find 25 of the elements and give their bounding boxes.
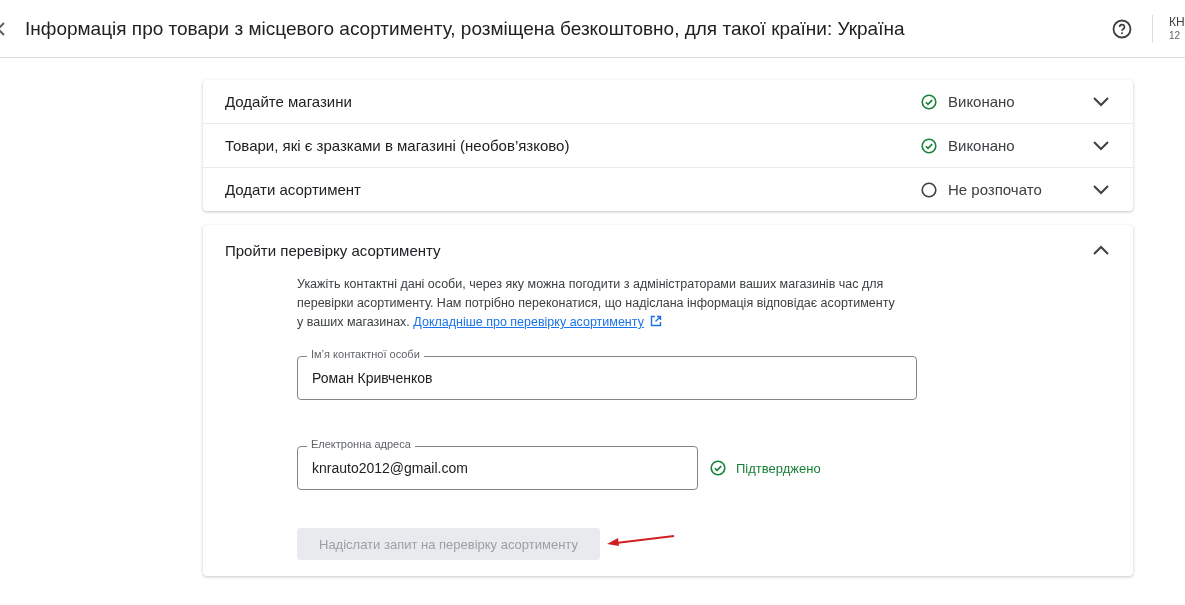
external-link-icon — [649, 315, 662, 327]
verified-status: Підтверджено — [736, 460, 821, 476]
page-title: Інформація про товари з місцевого асортименту, розміщена безкоштовно, для такої країни: Україна — [25, 17, 906, 40]
step-row[interactable]: Товари, які є зразками в магазині (необов’язково) Виконано — [203, 124, 1133, 168]
chevron-down-icon[interactable] — [1093, 96, 1109, 107]
help-icon[interactable] — [1112, 18, 1132, 39]
learn-more-link[interactable]: Докладніше про перевірку асортименту — [413, 315, 662, 329]
chevron-down-icon[interactable] — [1093, 184, 1109, 195]
step-status: Виконано — [948, 137, 1015, 154]
step-row[interactable]: Додайте магазини Виконано — [203, 80, 1133, 124]
account-name[interactable]: КН — [1169, 14, 1185, 29]
chevron-up-icon[interactable] — [1093, 245, 1109, 255]
description-text: Укажіть контактні дані особи, через яку можна погодити з адміністраторами ваших магазинів час для перевірки асортименту. Нам потрібно переконатися, що надіслана інформація відповідає асортименту у ваших магазинах. Докладніше про перевірку асортименту — [297, 276, 896, 331]
account-id: 12 — [1169, 28, 1182, 43]
step-title: Додайте магазини — [225, 93, 353, 110]
section-title: Пройти перевірку асортименту — [225, 241, 442, 259]
step-title: Товари, які є зразками в магазині (необов’язково) — [225, 137, 571, 154]
annotation-arrow — [605, 533, 676, 547]
step-status: Не розпочато — [948, 181, 1042, 198]
step-status: Виконано — [948, 93, 1015, 110]
field-label: Ім’я контактної особи — [307, 348, 424, 360]
step-row[interactable]: Додати асортимент Не розпочато — [203, 168, 1133, 211]
field-label: Електронна адреса — [307, 438, 415, 450]
chevron-down-icon[interactable] — [1093, 140, 1109, 151]
step-title: Додати асортимент — [225, 181, 362, 198]
